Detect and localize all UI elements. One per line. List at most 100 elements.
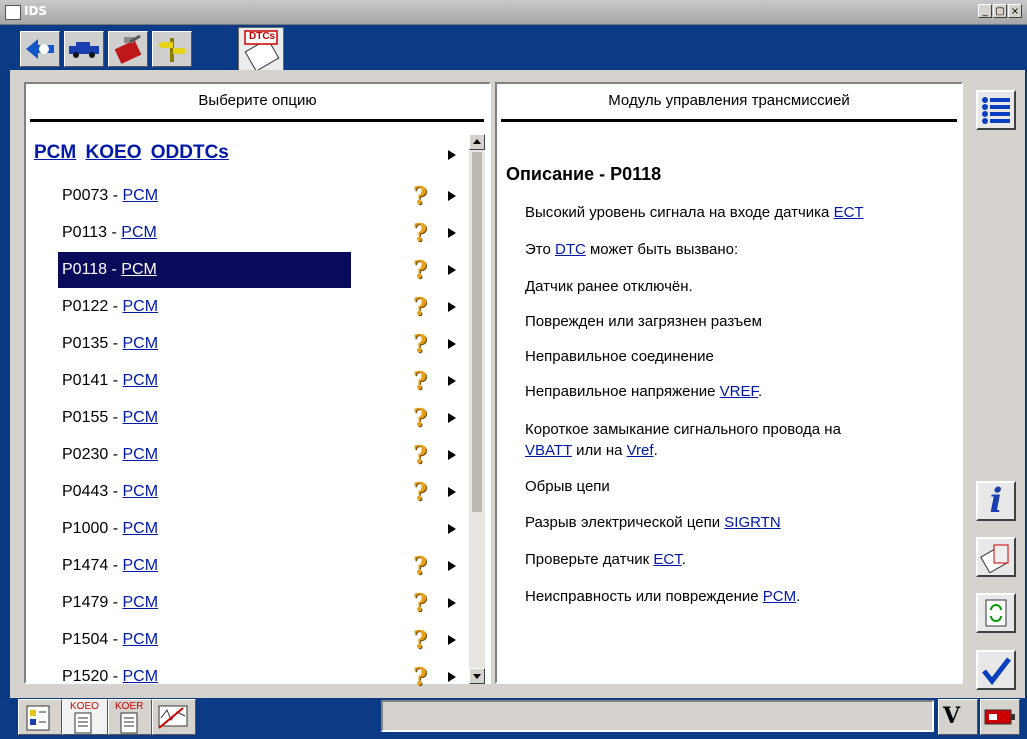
close-button[interactable]: × — [1008, 4, 1022, 18]
koeo-tab[interactable]: KOEO — [62, 699, 108, 735]
expand-arrow-icon[interactable] — [448, 413, 456, 423]
description-link[interactable]: Vref — [627, 442, 654, 459]
koer-tab[interactable]: KOER — [108, 699, 152, 735]
scroll-thumb[interactable] — [472, 152, 482, 512]
voltage-button[interactable]: V — [938, 699, 978, 735]
dtc-row[interactable]: P0122 - PCM — [62, 289, 158, 325]
dtc-module-link[interactable]: PCM — [122, 594, 158, 611]
dtc-row[interactable]: P1479 - PCM — [62, 585, 158, 621]
toolbox-button[interactable] — [108, 31, 148, 67]
description-link[interactable]: ECT — [653, 551, 681, 568]
dtc-row[interactable]: P0073 - PCM — [62, 178, 158, 214]
dtc-separator: - — [107, 261, 122, 278]
help-question-icon[interactable]: ? — [413, 178, 427, 214]
help-question-icon[interactable]: ? — [413, 400, 427, 436]
info-button[interactable]: i — [976, 481, 1016, 521]
dtc-module-link[interactable]: PCM — [121, 261, 157, 278]
dtc-row[interactable]: P0141 - PCM — [62, 363, 158, 399]
help-question-icon[interactable]: ? — [413, 585, 427, 621]
dtc-row[interactable]: P0113 - PCM — [62, 215, 157, 251]
dtc-row[interactable]: P0443 - PCM — [62, 474, 158, 510]
expand-arrow-icon[interactable] — [448, 450, 456, 460]
document-icon — [74, 712, 92, 734]
dtc-module-link[interactable]: PCM — [122, 520, 158, 537]
description-text: . — [681, 551, 686, 568]
refresh-document-button[interactable] — [976, 593, 1016, 633]
group-link-pcm[interactable]: PCM — [34, 142, 76, 163]
description-link[interactable]: PCM — [763, 588, 796, 605]
help-question-icon[interactable]: ? — [413, 215, 427, 251]
expand-arrow-icon[interactable] — [448, 524, 456, 534]
dtc-module-link[interactable]: PCM — [122, 187, 158, 204]
description-text: или на — [571, 442, 627, 459]
dtc-row-selected[interactable]: P0118 - PCM — [58, 252, 351, 288]
dtc-code: P0073 — [62, 187, 109, 204]
scope-button[interactable] — [152, 699, 196, 735]
header-divider — [30, 119, 484, 122]
expand-arrow-icon[interactable] — [448, 635, 456, 645]
help-question-icon[interactable]: ? — [413, 548, 427, 584]
dtc-module-link[interactable]: PCM — [122, 298, 158, 315]
expand-arrow-icon[interactable] — [448, 598, 456, 608]
scroll-down-button[interactable] — [469, 668, 485, 684]
group-link-oddtcs[interactable]: ODDTCs — [151, 142, 229, 163]
data-view-button[interactable] — [18, 699, 62, 735]
help-question-icon[interactable]: ? — [413, 622, 427, 658]
maximize-button[interactable]: ▢ — [993, 4, 1007, 18]
list-view-button[interactable] — [976, 90, 1016, 130]
description-text: . — [796, 588, 801, 605]
help-question-icon[interactable]: ? — [413, 437, 427, 473]
expand-arrow-icon[interactable] — [448, 376, 456, 386]
expand-arrow-icon[interactable] — [448, 302, 456, 312]
description-link[interactable]: VREF — [720, 383, 758, 400]
dtc-separator: - — [108, 409, 123, 426]
dtc-row[interactable]: P0230 - PCM — [62, 437, 158, 473]
help-question-icon[interactable]: ? — [413, 289, 427, 325]
expand-arrow-icon[interactable] — [448, 339, 456, 349]
dtc-module-link[interactable]: PCM — [122, 483, 158, 500]
print-report-button[interactable] — [976, 537, 1016, 577]
dtc-module-link[interactable]: PCM — [122, 557, 158, 574]
back-button[interactable] — [20, 31, 60, 67]
dtc-module-link[interactable]: PCM — [122, 631, 158, 648]
group-expand-arrow-icon[interactable] — [448, 150, 456, 160]
scroll-up-button[interactable] — [469, 134, 485, 150]
help-question-icon[interactable]: ? — [413, 363, 427, 399]
dtc-module-link[interactable]: PCM — [122, 668, 158, 685]
vehicle-button[interactable] — [64, 31, 104, 67]
dtc-row[interactable]: P1520 - PCM — [62, 659, 158, 695]
expand-arrow-icon[interactable] — [448, 191, 456, 201]
description-link[interactable]: DTC — [555, 241, 586, 258]
list-scrollbar[interactable] — [469, 134, 485, 684]
help-question-icon[interactable]: ? — [413, 252, 427, 288]
dtc-module-link[interactable]: PCM — [122, 446, 158, 463]
tab-dtcs[interactable]: DTCs — [238, 27, 284, 72]
help-question-icon[interactable]: ? — [413, 326, 427, 362]
dtc-row[interactable]: P0135 - PCM — [62, 326, 158, 362]
dtc-module-link[interactable]: PCM — [121, 224, 157, 241]
signpost-button[interactable] — [152, 31, 192, 67]
dtc-row[interactable]: P1000 - PCM — [62, 511, 158, 547]
description-text: Поврежден или загрязнен разъем — [525, 313, 762, 330]
group-link-koeo[interactable]: KOEO — [86, 142, 142, 163]
confirm-button[interactable] — [976, 650, 1016, 690]
expand-arrow-icon[interactable] — [448, 265, 456, 275]
help-question-icon[interactable]: ? — [413, 659, 427, 695]
dtc-row[interactable]: P1474 - PCM — [62, 548, 158, 584]
dtc-separator: - — [108, 298, 123, 315]
dtc-row[interactable]: P0155 - PCM — [62, 400, 158, 436]
battery-button[interactable] — [980, 699, 1020, 735]
expand-arrow-icon[interactable] — [448, 672, 456, 682]
description-link[interactable]: VBATT — [525, 442, 572, 459]
help-question-icon[interactable]: ? — [413, 474, 427, 510]
minimize-button[interactable]: _ — [978, 4, 992, 18]
dtc-row[interactable]: P1504 - PCM — [62, 622, 158, 658]
dtc-module-link[interactable]: PCM — [122, 409, 158, 426]
description-link[interactable]: ECT — [834, 204, 864, 221]
expand-arrow-icon[interactable] — [448, 228, 456, 238]
dtc-module-link[interactable]: PCM — [122, 335, 158, 352]
description-link[interactable]: SIGRTN — [724, 514, 780, 531]
expand-arrow-icon[interactable] — [448, 561, 456, 571]
dtc-module-link[interactable]: PCM — [122, 372, 158, 389]
expand-arrow-icon[interactable] — [448, 487, 456, 497]
